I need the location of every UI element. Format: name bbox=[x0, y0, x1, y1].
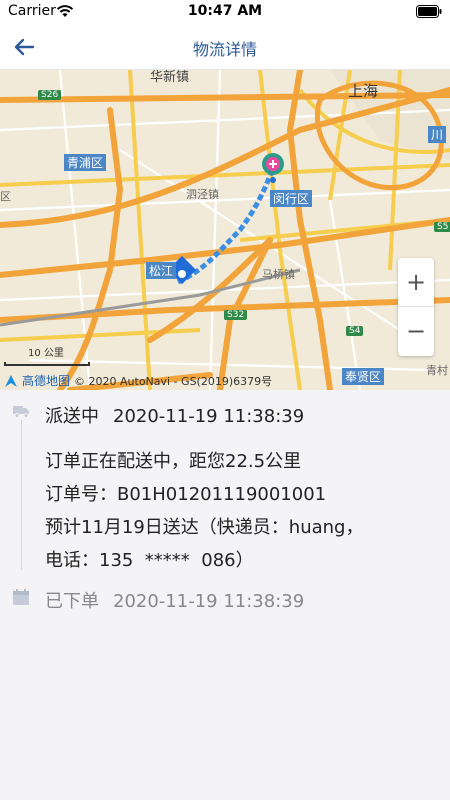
map-scale-bar: 10 公里 bbox=[4, 344, 90, 366]
map-label-sijing: 泗泾镇 bbox=[186, 188, 219, 201]
zoom-out-button[interactable]: − bbox=[398, 307, 434, 356]
map-label-songjiang: 松江 bbox=[146, 262, 177, 279]
amap-logo-icon bbox=[5, 374, 17, 387]
courier-phone: 电话：135 ***** 086） bbox=[45, 550, 254, 571]
road-badge-s32: S32 bbox=[224, 310, 248, 320]
road-badge-s4: S4 bbox=[346, 326, 364, 336]
logistics-timeline: 派送中 2020-11-19 11:38:39 订单正在配送中，距您22.5公里 … bbox=[0, 390, 450, 800]
map-label-huaxin: 华新镇 bbox=[150, 70, 190, 85]
attribution-text: © 2020 AutoNavi - GS(2019)6379号 bbox=[74, 374, 273, 388]
status-bar: Carrier 10:47 AM bbox=[0, 0, 450, 24]
map-label-chuan: 川 bbox=[428, 126, 447, 143]
amap-logo-text: 高德地图 bbox=[22, 374, 71, 388]
scale-line bbox=[4, 362, 90, 366]
map-attribution: 高德地图 © 2020 AutoNavi - GS(2019)6379号 bbox=[4, 372, 272, 389]
scale-label: 10 公里 bbox=[28, 348, 64, 359]
map-roads bbox=[0, 70, 450, 390]
battery-icon bbox=[416, 5, 442, 18]
timeline-item-previous-header: 已下单 2020-11-19 11:38:39 bbox=[45, 587, 304, 613]
map-label-minhang: 闵行区 bbox=[270, 190, 313, 207]
status-time: 2020-11-19 11:38:39 bbox=[113, 591, 305, 612]
timeline-item-current-header: 派送中 2020-11-19 11:38:39 bbox=[45, 402, 304, 428]
order-number: 订单号：B01H01201119001001 bbox=[45, 484, 327, 505]
status-time: 2020-11-19 11:38:39 bbox=[113, 406, 305, 427]
calendar-icon bbox=[13, 589, 29, 605]
timeline-item-current-detail: 订单正在配送中，距您22.5公里 订单号：B01H01201119001001 … bbox=[45, 445, 364, 577]
delivery-estimate: 预计11月19日送达（快递员：huang， bbox=[45, 517, 364, 538]
map-label-qu: 区 bbox=[0, 190, 11, 203]
map-label-fengxian: 奉贤区 bbox=[342, 368, 385, 385]
map-label-qingcun: 青村 bbox=[426, 364, 448, 377]
status-label: 已下单 bbox=[45, 591, 99, 612]
road-badge-s5: S5 bbox=[434, 222, 450, 232]
timeline-connector bbox=[21, 420, 22, 570]
navigation-bar: 物流详情 bbox=[0, 24, 450, 70]
zoom-control: + − bbox=[398, 258, 434, 356]
delivery-map[interactable]: 华新镇 上海 青浦区 闵行区 泗泾镇 松江 马桥镇 奉贤区 青村 川 区 S26… bbox=[0, 70, 450, 390]
status-time: 10:47 AM bbox=[187, 3, 263, 19]
truck-icon bbox=[13, 406, 29, 418]
road-badge-s26: S26 bbox=[38, 90, 62, 100]
zoom-in-button[interactable]: + bbox=[398, 258, 434, 307]
status-label: 派送中 bbox=[45, 406, 99, 427]
map-label-qingpu: 青浦区 bbox=[64, 154, 107, 171]
page-title: 物流详情 bbox=[192, 40, 257, 59]
map-label-shanghai: 上海 bbox=[348, 82, 379, 100]
map-label-maqiao: 马桥镇 bbox=[262, 268, 295, 281]
distance-text: 订单正在配送中，距您22.5公里 bbox=[45, 451, 302, 472]
